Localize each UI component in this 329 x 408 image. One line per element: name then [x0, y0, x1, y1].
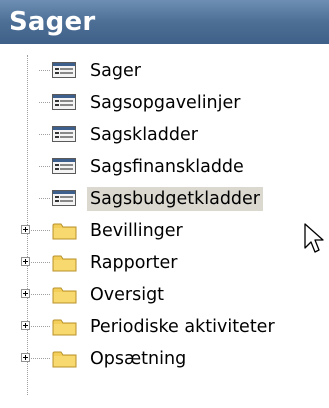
expand-icon[interactable]	[21, 225, 30, 234]
panel-title: Sager	[9, 7, 96, 37]
tree-item-label: Sagskladder	[90, 125, 198, 145]
tree-item-sagsfinanskladde[interactable]: Sagsfinanskladde	[0, 151, 329, 183]
tree-item-sagskladder[interactable]: Sagskladder	[0, 119, 329, 151]
tree-item-label: Sager	[90, 61, 141, 81]
expand-icon[interactable]	[21, 289, 30, 298]
tree-folder-oversigt[interactable]: Oversigt	[0, 279, 329, 311]
expand-icon[interactable]	[21, 257, 30, 266]
panel-header: Sager	[0, 0, 329, 44]
tree-item-label: Opsætning	[90, 349, 187, 369]
folder-icon	[52, 223, 77, 240]
tree-folder-rapporter[interactable]: Rapporter	[0, 247, 329, 279]
tree-item-label: Rapporter	[90, 253, 178, 273]
tree-item-label: Bevillinger	[90, 221, 183, 241]
tree-item-label-selected: Sagsbudgetkladder	[87, 187, 264, 211]
tree-item-sagsbudgetkladder[interactable]: Sagsbudgetkladder	[0, 183, 329, 215]
tree-item-label: Sagsfinanskladde	[90, 157, 244, 177]
folder-icon	[52, 255, 77, 272]
form-icon	[52, 126, 76, 142]
mouse-cursor-icon	[304, 223, 324, 253]
form-icon	[52, 190, 76, 206]
expand-icon[interactable]	[21, 353, 30, 362]
tree-folder-bevillinger[interactable]: Bevillinger	[0, 215, 329, 247]
tree-item-sager[interactable]: Sager	[0, 55, 329, 87]
tree-folder-opsaetning[interactable]: Opsætning	[0, 343, 329, 375]
tree-item-label: Sagsopgavelinjer	[90, 93, 241, 113]
tree-item-label: Periodiske aktiviteter	[90, 317, 275, 337]
expand-icon[interactable]	[21, 321, 30, 330]
form-icon	[52, 62, 76, 78]
form-icon	[52, 94, 76, 110]
form-icon	[52, 158, 76, 174]
tree-item-label: Oversigt	[90, 285, 165, 305]
navigation-tree: Sager Sagsopgavelinjer Sagskladder Sagsf…	[0, 55, 329, 408]
folder-icon	[52, 287, 77, 304]
folder-icon	[52, 319, 77, 336]
tree-item-sagsopgavelinjer[interactable]: Sagsopgavelinjer	[0, 87, 329, 119]
tree-folder-periodiske-aktiviteter[interactable]: Periodiske aktiviteter	[0, 311, 329, 343]
folder-icon	[52, 351, 77, 368]
